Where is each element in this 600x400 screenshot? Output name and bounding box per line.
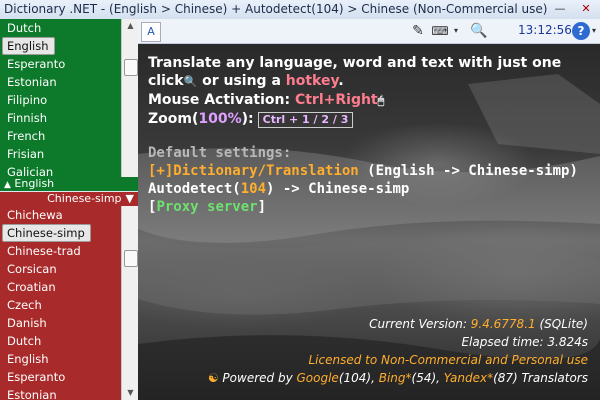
- help-icon[interactable]: ?: [572, 22, 590, 40]
- google-count: (104),: [338, 371, 379, 385]
- proxy-close-bracket: ]: [257, 199, 267, 215]
- proxy-server-link[interactable]: Proxy server: [156, 199, 257, 215]
- source-list-scrollbar[interactable]: ▲: [121, 19, 139, 177]
- target-language-item[interactable]: Corsican: [0, 260, 121, 278]
- target-direction-bar[interactable]: Chinese-simp ▼: [0, 192, 138, 206]
- down-triangle-icon: ▼: [125, 192, 134, 205]
- mouse-activation-line: Mouse Activation: Ctrl+Right🖱: [148, 91, 588, 110]
- version-suffix: (SQLite): [535, 317, 588, 331]
- autodetect-line: Autodetect(104) -> Chinese-simp: [148, 180, 578, 198]
- default-settings-heading: Default settings:: [148, 145, 292, 161]
- source-language-item[interactable]: Filipino: [0, 91, 121, 109]
- target-language-item[interactable]: Croatian: [0, 278, 121, 296]
- expand-prefix: [+]: [148, 163, 174, 179]
- powered-by-line: ☯ Powered by Google(104), Bing*(54), Yan…: [148, 371, 588, 385]
- target-language-item[interactable]: Chinese-trad: [0, 242, 121, 260]
- source-language-item[interactable]: Esperanto: [0, 55, 121, 73]
- version-line: Current Version: 9.4.6778.1 (SQLite): [148, 317, 588, 331]
- zoom-value[interactable]: 100%: [198, 111, 241, 127]
- proxy-line: [Proxy server]: [148, 198, 578, 216]
- title-bar: Dictionary .NET - (English > Chinese) + …: [0, 0, 600, 20]
- dictionary-line: [+]Dictionary/Translation (English -> Ch…: [148, 162, 578, 180]
- source-language-item[interactable]: Frisian: [0, 145, 121, 163]
- app-logo-icon[interactable]: A: [141, 22, 161, 42]
- source-language-item[interactable]: Estonian: [0, 73, 121, 91]
- intro-line-2: click🔍 or using a hotkey.: [148, 72, 588, 91]
- default-settings: Default settings: [+]Dictionary/Translat…: [148, 144, 578, 216]
- zoom-label: Zoom(: [148, 111, 199, 127]
- target-language-list[interactable]: Chichewa Chinese-simp Chinese-trad Corsi…: [0, 206, 121, 400]
- version-value[interactable]: 9.4.6778.1: [471, 317, 536, 331]
- intro-mid-text: or using a: [197, 73, 286, 89]
- version-label: Current Version:: [369, 317, 471, 331]
- intro-period: .: [338, 73, 344, 89]
- source-language-item[interactable]: Finnish: [0, 109, 121, 127]
- google-link[interactable]: Google: [296, 371, 338, 385]
- main-content: Translate any language, word and text wi…: [138, 44, 600, 400]
- dictionary-expand-link[interactable]: [+]Dictionary/Translation: [148, 163, 359, 179]
- target-language-item[interactable]: Esperanto: [0, 368, 121, 386]
- mouse-activation-value[interactable]: Ctrl+Right: [295, 92, 378, 108]
- license-text: Licensed to Non-Commercial and Personal …: [308, 353, 588, 367]
- up-triangle-icon: ▲: [4, 180, 11, 190]
- target-language-item[interactable]: Chichewa: [0, 206, 121, 224]
- scroll-up-arrow[interactable]: ▲: [122, 19, 139, 33]
- zoom-keys-box: Ctrl + 1 / 2 / 3: [257, 112, 354, 128]
- target-language-item[interactable]: Dutch: [0, 332, 121, 350]
- keyboard-icon[interactable]: ⌨: [429, 22, 451, 40]
- mouse-icon: 🖱: [377, 94, 385, 107]
- source-language-list[interactable]: Dutch English Esperanto Estonian Filipin…: [0, 19, 121, 177]
- window-title: Dictionary .NET - (English > Chinese) + …: [4, 2, 548, 16]
- source-language-item-selected[interactable]: English: [2, 37, 55, 55]
- elapsed-time: Elapsed time: 3.824s: [461, 335, 588, 349]
- source-direction-bar[interactable]: ▲ English: [0, 177, 138, 191]
- dictionary-value: (English -> Chinese-simp): [358, 163, 578, 179]
- mouse-activation-label: Mouse Activation:: [148, 92, 295, 108]
- target-language-item[interactable]: Czech: [0, 296, 121, 314]
- bing-link[interactable]: Bing*: [379, 371, 412, 385]
- bing-count: (54),: [411, 371, 444, 385]
- scroll-down-arrow[interactable]: ▼: [122, 386, 139, 400]
- target-language-item[interactable]: Danish: [0, 314, 121, 332]
- target-language-item-selected[interactable]: Chinese-simp: [2, 224, 91, 242]
- pencil-icon[interactable]: ✎: [410, 22, 426, 40]
- hotkey-link[interactable]: hotkey: [286, 73, 339, 89]
- dictionary-link-label: Dictionary/Translation: [173, 163, 359, 179]
- intro-click-text: click: [148, 73, 184, 89]
- autodetect-value: ) -> Chinese-simp: [266, 181, 410, 197]
- close-button[interactable]: ✕: [574, 1, 598, 17]
- target-language-item[interactable]: English: [0, 350, 121, 368]
- zoom-line: Zoom(100%): Ctrl + 1 / 2 / 3: [148, 110, 588, 128]
- intro-line-1: Translate any language, word and text wi…: [148, 55, 562, 71]
- scroll-thumb[interactable]: [124, 250, 138, 267]
- source-language-item[interactable]: Galician: [0, 163, 121, 177]
- minimize-button[interactable]: —: [548, 1, 572, 17]
- source-language-item[interactable]: Dutch: [0, 19, 121, 37]
- target-language-label: Chinese-simp: [47, 192, 122, 205]
- search-icon[interactable]: 🔍: [470, 22, 488, 40]
- autodetect-label: Autodetect(: [148, 181, 241, 197]
- source-language-label: English: [14, 177, 55, 190]
- source-language-item[interactable]: French: [0, 127, 121, 145]
- target-language-item[interactable]: Estonian: [0, 386, 121, 400]
- toolbar: A ✎ ⌨ ▾ 🔍 13:12:56 ? ▾: [138, 19, 600, 44]
- help-dropdown-icon[interactable]: ▾: [590, 22, 598, 40]
- yandex-link[interactable]: Yandex*: [444, 371, 493, 385]
- click-search-icon: 🔍: [183, 75, 198, 88]
- intro-text: Translate any language, word and text wi…: [148, 54, 588, 128]
- yin-yang-icon: ☯: [207, 371, 219, 385]
- autodetect-count[interactable]: 104: [241, 181, 266, 197]
- powered-by-label: Powered by: [218, 371, 297, 385]
- yandex-count: (87) Translators: [493, 371, 588, 385]
- clock: 13:12:56: [518, 23, 572, 37]
- keyboard-dropdown-icon[interactable]: ▾: [452, 22, 460, 40]
- scroll-thumb[interactable]: [124, 59, 138, 76]
- target-list-scrollbar[interactable]: ▼: [121, 206, 139, 400]
- zoom-label-close: ):: [241, 111, 254, 127]
